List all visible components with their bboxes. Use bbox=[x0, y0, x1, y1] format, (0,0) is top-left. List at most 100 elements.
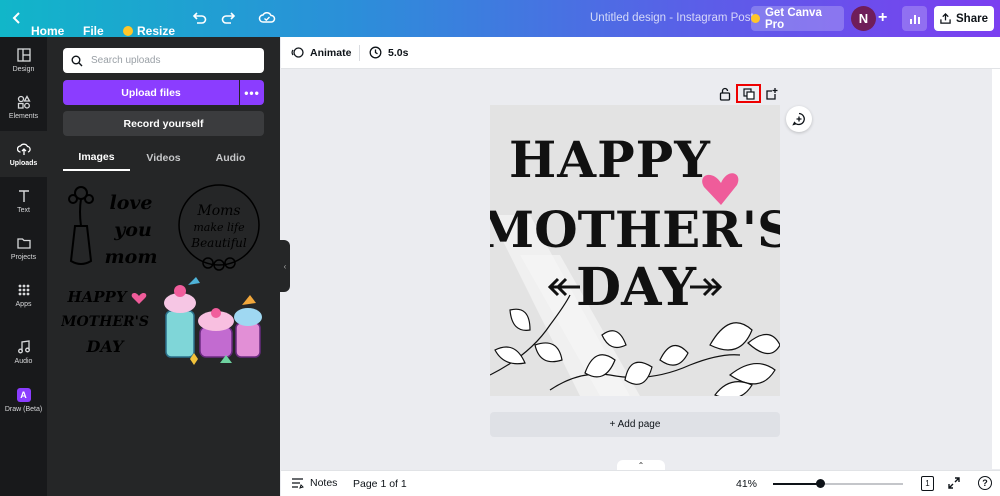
rail-label: Uploads bbox=[9, 159, 38, 167]
upload-files-button[interactable]: Upload files bbox=[63, 80, 239, 105]
crown-icon bbox=[751, 14, 760, 23]
clock-icon bbox=[369, 46, 382, 59]
add-page-button[interactable]: + Add page bbox=[490, 412, 780, 437]
chevron-left-icon[interactable] bbox=[10, 11, 24, 25]
rail-label: Draw (Beta) bbox=[4, 405, 43, 413]
share-button[interactable]: Share bbox=[934, 6, 994, 31]
headline-mothers[interactable]: MOTHER'S bbox=[490, 200, 780, 259]
search-box[interactable] bbox=[63, 48, 264, 73]
thumb3-line2: MOTHER'S bbox=[61, 314, 149, 330]
rail-label: Projects bbox=[10, 253, 37, 261]
cloud-saved-icon[interactable] bbox=[258, 10, 276, 26]
upload-icon bbox=[940, 13, 951, 24]
elements-icon bbox=[17, 94, 31, 109]
folder-icon bbox=[16, 237, 31, 249]
show-pages-handle[interactable]: ⌃ bbox=[617, 460, 665, 470]
thumb1-line2: you bbox=[113, 219, 152, 241]
duplicate-icon bbox=[742, 87, 755, 100]
crown-icon bbox=[123, 25, 133, 36]
rail-label: Text bbox=[17, 206, 30, 214]
design-canvas[interactable]: HAPPY MOTHER'S DAY bbox=[490, 105, 780, 396]
upload-thumb-happy-mothers-day[interactable]: HAPPY MOTHER'S DAY bbox=[61, 278, 153, 370]
animate-icon bbox=[291, 47, 304, 58]
rail-item-projects[interactable]: Projects bbox=[0, 225, 47, 271]
rail-label: Elements bbox=[8, 112, 39, 120]
rail-item-apps[interactable]: Apps bbox=[0, 272, 47, 318]
animate-button[interactable]: Animate bbox=[291, 46, 351, 59]
upload-thumb-mermaid-cupcakes[interactable] bbox=[160, 275, 268, 371]
collapse-panel-handle[interactable]: ‹ bbox=[280, 240, 290, 292]
rail-item-audio[interactable]: Audio bbox=[0, 329, 47, 375]
page-indicator[interactable]: Page 1 of 1 bbox=[353, 478, 407, 490]
thumb2-line1: Moms bbox=[196, 203, 240, 219]
fullscreen-icon[interactable] bbox=[947, 476, 961, 490]
tab-images[interactable]: Images bbox=[63, 145, 130, 171]
notes-icon bbox=[292, 478, 304, 489]
rail-item-elements[interactable]: Elements bbox=[0, 84, 47, 130]
rail-item-text[interactable]: Text bbox=[0, 178, 47, 224]
design-artwork: HAPPY MOTHER'S DAY bbox=[490, 105, 780, 396]
rail-label: Apps bbox=[15, 300, 32, 308]
redo-icon[interactable] bbox=[221, 10, 237, 26]
rail-item-draw[interactable]: A Draw (Beta) bbox=[0, 377, 47, 423]
share-label: Share bbox=[956, 12, 988, 25]
thumb3-line3: DAY bbox=[86, 337, 125, 356]
rail-item-design[interactable]: Design bbox=[0, 37, 47, 83]
comment-plus-icon bbox=[792, 112, 805, 126]
uploads-panel: Upload files ••• Record yourself Images … bbox=[47, 37, 280, 496]
thumb3-line1: HAPPY bbox=[66, 288, 127, 306]
notes-button[interactable]: Notes bbox=[291, 477, 337, 489]
headline-day[interactable]: DAY bbox=[576, 257, 697, 318]
top-bar: Home File Resize Untitled design - Insta… bbox=[0, 0, 1000, 38]
text-icon bbox=[18, 189, 29, 202]
design-icon bbox=[16, 47, 31, 62]
uploads-icon bbox=[16, 143, 31, 155]
upload-thumb-moms-make-life-beautiful[interactable]: Moms make life Beautiful bbox=[168, 181, 270, 273]
rail-label: Audio bbox=[14, 357, 33, 365]
left-rail: Design Elements Uploads Text Projects Ap… bbox=[0, 37, 47, 496]
help-button[interactable]: ? bbox=[978, 476, 992, 490]
editor-toolbar: Animate 5.0s bbox=[281, 37, 1000, 69]
bar-chart-icon bbox=[909, 14, 920, 24]
upload-thumb-love-you-mom[interactable]: love you mom bbox=[61, 181, 163, 273]
insights-button[interactable] bbox=[902, 6, 927, 31]
search-input[interactable] bbox=[91, 55, 251, 66]
thumb1-line3: mom bbox=[105, 246, 158, 268]
undo-icon[interactable] bbox=[191, 10, 207, 26]
plus-icon[interactable]: + bbox=[878, 9, 887, 27]
apps-icon bbox=[18, 284, 29, 295]
music-icon bbox=[17, 339, 30, 353]
add-page-icon[interactable] bbox=[764, 86, 780, 102]
upload-more-button[interactable]: ••• bbox=[240, 80, 264, 105]
tab-videos[interactable]: Videos bbox=[130, 145, 197, 171]
thumb2-line2: make life bbox=[193, 221, 245, 234]
document-title[interactable]: Untitled design - Instagram Post bbox=[590, 12, 754, 24]
headline-happy[interactable]: HAPPY bbox=[509, 130, 711, 189]
media-tabs: Images Videos Audio bbox=[63, 145, 264, 171]
vertical-scrollbar[interactable] bbox=[992, 69, 1000, 469]
duplicate-page-button[interactable] bbox=[736, 84, 761, 103]
duration-button[interactable]: 5.0s bbox=[369, 46, 408, 59]
zoom-slider[interactable] bbox=[773, 479, 903, 488]
animate-label: Animate bbox=[310, 46, 352, 59]
rail-item-uploads[interactable]: Uploads bbox=[0, 131, 47, 177]
add-comment-button[interactable] bbox=[786, 106, 812, 132]
draw-icon: A bbox=[16, 387, 31, 402]
divider bbox=[359, 45, 360, 61]
page-count-button[interactable]: 1 bbox=[921, 476, 934, 491]
notes-label: Notes bbox=[310, 477, 338, 489]
get-canva-pro-button[interactable]: Get Canva Pro bbox=[751, 6, 844, 31]
avatar[interactable]: N bbox=[851, 6, 876, 31]
record-yourself-button[interactable]: Record yourself bbox=[63, 111, 264, 136]
tab-audio[interactable]: Audio bbox=[197, 145, 264, 171]
rail-label: Design bbox=[12, 65, 35, 73]
zoom-level[interactable]: 41% bbox=[736, 478, 757, 490]
zoom-slider-knob[interactable] bbox=[815, 479, 825, 488]
thumb1-line1: love bbox=[109, 192, 152, 214]
thumb2-line3: Beautiful bbox=[190, 236, 247, 250]
bottom-bar: Notes Page 1 of 1 41% 1 ? bbox=[281, 470, 1000, 496]
resize-label: Resize bbox=[137, 23, 176, 38]
search-icon bbox=[71, 55, 83, 66]
duration-label: 5.0s bbox=[388, 46, 409, 59]
lock-icon[interactable] bbox=[717, 86, 733, 102]
